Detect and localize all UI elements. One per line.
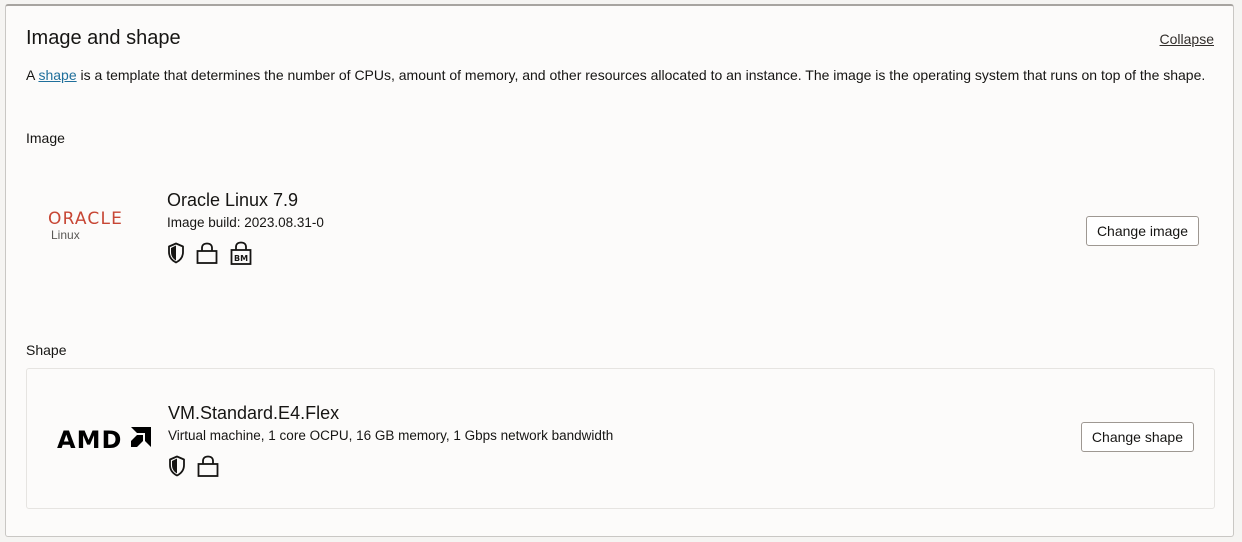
image-and-shape-panel: Image and shape Collapse A shape is a te… [5,4,1234,537]
description-prefix: A [26,67,39,83]
change-shape-button[interactable]: Change shape [1080,422,1194,452]
shape-info: VM.Standard.E4.Flex Virtual machine, 1 c… [168,403,613,479]
shape-feature-icons [168,453,613,479]
shape-help-link[interactable]: shape [38,67,76,83]
section-title: Image and shape [26,27,181,49]
oracle-logo-text: ORACLE [48,209,124,229]
image-info: Oracle Linux 7.9 Image build: 2023.08.31… [167,190,324,266]
image-feature-icons: BM [167,240,324,266]
image-name: Oracle Linux 7.9 [167,190,299,210]
shape-section-label: Shape [26,342,67,358]
shield-icon [167,242,185,264]
image-build: Image build: 2023.08.31-0 [167,215,324,230]
oracle-linux-logo: ORACLE Linux [48,210,156,242]
change-image-button[interactable]: Change image [1085,216,1199,246]
shield-icon [168,455,186,477]
section-description: A shape is a template that determines th… [26,67,1206,84]
bm-lock-icon: BM [229,240,253,266]
shape-name: VM.Standard.E4.Flex [168,403,340,423]
image-section-label: Image [26,130,65,146]
image-card: ORACLE Linux Oracle Linux 7.9 Image buil… [26,166,1215,316]
shape-card: AMD VM.Standard.E4.Flex Virtual machine,… [26,368,1215,509]
oracle-logo-subtext: Linux [51,228,80,242]
amd-arrow-icon [129,425,153,454]
bm-badge-text: BM [234,254,248,263]
shape-details: Virtual machine, 1 core OCPU, 16 GB memo… [168,428,614,443]
amd-logo: AMD [57,425,165,454]
amd-logo-text: AMD [57,425,123,454]
lock-icon [196,454,220,478]
description-suffix: is a template that determines the number… [76,67,1206,83]
lock-icon [195,241,219,265]
collapse-link[interactable]: Collapse [1160,30,1214,48]
